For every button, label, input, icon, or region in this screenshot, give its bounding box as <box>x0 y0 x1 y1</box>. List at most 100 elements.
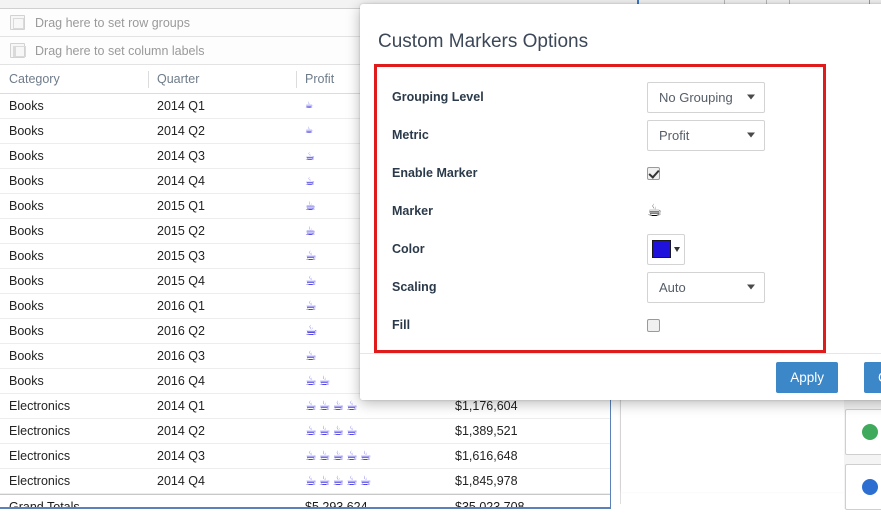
coffee-cup-icon: ☕ <box>318 473 331 489</box>
field-fill: Fill <box>392 306 826 344</box>
coffee-cup-icon: ☕ <box>305 125 314 136</box>
dialog-footer: Apply Cancel <box>360 353 881 400</box>
cell-revenue: $1,845,978 <box>455 473 518 488</box>
coffee-cup-icon: ☕ <box>345 398 358 414</box>
panel-thumbnail-blue[interactable] <box>845 464 881 510</box>
cell-quarter: 2014 Q1 <box>157 98 205 113</box>
coffee-cup-icon: ☕ <box>305 224 316 238</box>
apply-button[interactable]: Apply <box>776 362 838 393</box>
cell-category: Books <box>9 198 44 213</box>
coffee-cup-icon: ☕ <box>345 448 358 464</box>
coffee-cup-icon: ☕ <box>318 423 331 439</box>
metric-select[interactable]: Profit <box>647 119 765 151</box>
coffee-cup-icon: ☕ <box>305 273 317 289</box>
totals-revenue: $35,023,708 <box>455 499 525 509</box>
fill-checkbox[interactable] <box>647 318 660 332</box>
marker-label: Marker <box>392 204 433 218</box>
scaling-value: Auto <box>659 279 686 295</box>
coffee-cup-icon: ☕ <box>332 473 344 489</box>
coffee-cup-icon: ☕ <box>305 248 317 264</box>
coffee-cup-icon: ☕ <box>305 149 315 163</box>
table-row: Electronics 2014 Q2 ☕ ☕ ☕ ☕ $1,389,521 <box>0 419 610 444</box>
chevron-down-icon <box>674 246 680 252</box>
cell-quarter: 2014 Q2 <box>157 123 205 138</box>
column-header-quarter[interactable]: Quarter <box>148 65 296 94</box>
metric-value: Profit <box>659 127 690 143</box>
green-circle-icon <box>862 424 878 440</box>
coffee-cup-icon: ☕ <box>305 423 317 439</box>
column-labels-dropzone-label: Drag here to set column labels <box>35 43 205 58</box>
coffee-cup-icon: ☕ <box>305 174 315 188</box>
cancel-button[interactable]: Cancel <box>863 362 881 393</box>
color-control <box>647 233 685 265</box>
cell-category: Books <box>9 123 44 138</box>
grouping-level-control: No Grouping <box>647 81 765 113</box>
column-header-category[interactable]: Category <box>0 65 148 94</box>
cell-category: Books <box>9 348 44 363</box>
cell-quarter: 2014 Q3 <box>157 148 205 163</box>
field-enable-marker: Enable Marker <box>392 154 826 192</box>
coffee-cup-icon: ☕ <box>305 323 318 339</box>
cell-profit-markers: ☕ ☕ ☕ ☕ <box>296 419 446 444</box>
cell-category: Books <box>9 298 44 313</box>
cell-category: Books <box>9 148 44 163</box>
cell-quarter: 2014 Q3 <box>157 448 205 463</box>
cell-category: Books <box>9 98 44 113</box>
columns-icon <box>10 43 26 58</box>
marker-control: ☕ <box>647 202 662 220</box>
color-picker-button[interactable] <box>647 233 685 265</box>
coffee-cup-icon: ☕ <box>318 398 331 414</box>
totals-quarter <box>148 495 296 508</box>
enable-marker-checkbox[interactable] <box>647 166 660 180</box>
dialog-form: Grouping Level No Grouping Metric Profit <box>374 64 826 353</box>
cell-quarter: 2016 Q4 <box>157 373 205 388</box>
scaling-select[interactable]: Auto <box>647 271 765 303</box>
coffee-cup-icon: ☕ <box>305 348 317 364</box>
color-label: Color <box>392 242 425 256</box>
fill-control <box>647 318 660 332</box>
fill-label: Fill <box>392 318 411 332</box>
coffee-cup-icon: ☕ <box>332 398 344 414</box>
cell-profit-markers: ☕ ☕ ☕ ☕ ☕ <box>296 469 446 494</box>
coffee-cup-icon: ☕ <box>359 448 372 464</box>
field-metric: Metric Profit <box>392 116 826 154</box>
metric-control: Profit <box>647 119 765 151</box>
grouping-level-label: Grouping Level <box>392 90 484 104</box>
metric-label: Metric <box>392 128 429 142</box>
custom-markers-options-dialog: Custom Markers Options ✕ Grouping Level … <box>360 4 881 400</box>
field-color: Color <box>392 230 826 268</box>
dialog-title: Custom Markers Options <box>378 31 589 52</box>
cell-quarter: 2016 Q1 <box>157 298 205 313</box>
panel-thumbnail-green[interactable] <box>845 409 881 455</box>
grouping-level-select[interactable]: No Grouping <box>647 81 765 113</box>
chevron-down-icon <box>747 94 755 100</box>
coffee-cup-icon: ☕ <box>318 448 331 464</box>
scaling-label: Scaling <box>392 280 437 294</box>
cell-quarter: 2015 Q3 <box>157 248 205 263</box>
cell-quarter: 2015 Q4 <box>157 273 205 288</box>
chevron-down-icon <box>747 132 755 138</box>
scaling-control: Auto <box>647 271 765 303</box>
coffee-cup-icon[interactable]: ☕ <box>647 202 662 220</box>
app-root: Drag here to set row groups Drag here to… <box>0 0 881 517</box>
cell-category: Electronics <box>9 398 71 413</box>
chevron-down-icon <box>747 284 755 290</box>
cell-quarter: 2014 Q2 <box>157 423 205 438</box>
coffee-cup-icon: ☕ <box>305 100 314 111</box>
cell-category: Books <box>9 223 44 238</box>
cell-quarter: 2014 Q4 <box>157 173 205 188</box>
cell-category: Electronics <box>9 423 71 438</box>
cell-category: Books <box>9 173 44 188</box>
coffee-cup-icon: ☕ <box>332 423 344 439</box>
coffee-cup-icon: ☕ <box>345 473 358 489</box>
cell-category: Books <box>9 248 44 263</box>
coffee-cup-icon: ☕ <box>345 423 358 439</box>
cell-quarter: 2016 Q3 <box>157 348 205 363</box>
cell-category: Books <box>9 273 44 288</box>
totals-label: Grand Totals <box>9 499 80 509</box>
coffee-cup-icon: ☕ <box>332 448 344 464</box>
cell-quarter: 2015 Q2 <box>157 223 205 238</box>
coffee-cup-icon: ☕ <box>359 473 372 489</box>
coffee-cup-icon: ☕ <box>305 298 317 314</box>
cell-revenue: $1,389,521 <box>455 423 518 438</box>
